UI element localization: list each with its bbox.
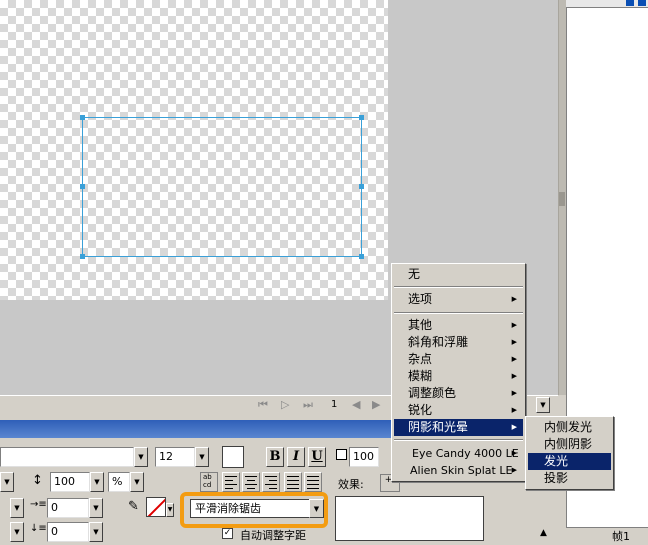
submenu-item-glow[interactable]: 发光 [528, 453, 611, 470]
space-dropdown-left[interactable]: ▼ [10, 522, 24, 542]
auto-kern-checkbox[interactable]: ✓ [222, 528, 233, 539]
resize-handle[interactable] [359, 115, 364, 120]
play-icon[interactable]: ▷ [281, 398, 289, 411]
pen-icon[interactable]: ✎ [128, 499, 139, 514]
menu-item-noise[interactable]: 杂点 ▶ [394, 351, 523, 368]
menu-item-none[interactable]: 无 [394, 266, 523, 283]
scroll-thumb[interactable] [559, 192, 565, 206]
next-frame-icon[interactable]: ▶ [372, 398, 380, 411]
submenu-item-drop-shadow[interactable]: 投影 [528, 470, 611, 487]
space-before-icon: ↓≡ [30, 523, 47, 534]
menu-item-options[interactable]: 选项 ▶ [394, 291, 523, 308]
status-dropdown-button[interactable]: ▼ [536, 397, 550, 413]
resize-handle[interactable] [359, 254, 364, 259]
stroke-color-dropdown[interactable]: ▼ [166, 503, 174, 517]
stroke-color-swatch[interactable] [146, 497, 166, 517]
menu-item-alien-skin[interactable]: Alien Skin Splat LE ▶ [394, 462, 523, 479]
menu-item-eye-candy[interactable]: Eye Candy 4000 LE ▶ [394, 445, 523, 462]
bold-button[interactable]: B [266, 447, 284, 467]
menu-separator [394, 312, 523, 314]
leading-unit-field[interactable]: % [108, 472, 130, 492]
align-center-button[interactable] [242, 472, 260, 492]
font-size-field[interactable]: 12 [155, 447, 195, 467]
leading-dropdown[interactable]: ▼ [90, 472, 104, 492]
last-frame-icon[interactable]: ⏭ [303, 398, 313, 412]
effects-label: 效果: [338, 478, 364, 491]
indent-dropdown[interactable]: ▼ [89, 498, 103, 518]
resize-handle[interactable] [359, 184, 364, 189]
resize-handle[interactable] [80, 184, 85, 189]
panel-color-icon [638, 0, 646, 6]
font-family-field[interactable] [0, 447, 134, 467]
shadow-glow-submenu: 内侧发光 内侧阴影 发光 投影 [525, 416, 614, 490]
menu-separator [394, 286, 523, 288]
leading-icon: ↕ [32, 473, 43, 488]
resize-handle[interactable] [80, 254, 85, 259]
scale-icon [336, 449, 347, 460]
menu-item-sharpen[interactable]: 锐化 ▶ [394, 402, 523, 419]
font-family-dropdown[interactable]: ▼ [134, 447, 148, 467]
frame-label[interactable]: 帧1 [566, 527, 648, 545]
font-size-dropdown[interactable]: ▼ [195, 447, 209, 467]
prev-frame-icon[interactable]: ◀ [352, 398, 360, 411]
submenu-item-inner-shadow[interactable]: 内侧阴影 [528, 436, 611, 453]
first-frame-icon[interactable]: ⏮ [258, 398, 268, 412]
align-right-button[interactable] [262, 472, 280, 492]
space-before-field[interactable]: 0 [47, 522, 89, 542]
auto-kern-label: 自动调整字距 [240, 529, 306, 542]
justify-button[interactable] [284, 472, 302, 492]
menu-item-blur[interactable]: 模糊 ▶ [394, 368, 523, 385]
indent-icon: →≡ [30, 499, 47, 510]
menu-separator [394, 439, 523, 441]
page-number: 1 [331, 399, 338, 410]
submenu-item-inner-glow[interactable]: 内侧发光 [528, 419, 611, 436]
horizontal-scale-field[interactable]: 100 [349, 447, 379, 467]
underline-button[interactable]: U [308, 447, 326, 467]
antialias-dropdown[interactable]: ▼ [309, 499, 324, 518]
indent-dropdown-left[interactable]: ▼ [10, 498, 24, 518]
antialias-icon: ab cd [200, 472, 218, 492]
justify-all-button[interactable] [304, 472, 322, 492]
menu-item-adjust-color[interactable]: 调整颜色 ▶ [394, 385, 523, 402]
panel-collapse-icon[interactable]: ▲ [540, 528, 547, 538]
menu-item-other[interactable]: 其他 ▶ [394, 317, 523, 334]
text-selection-box[interactable] [80, 115, 364, 259]
resize-handle[interactable] [80, 115, 85, 120]
italic-button[interactable]: I [287, 447, 305, 467]
leading-field[interactable]: 100 [50, 472, 90, 492]
panel-color-icon [626, 0, 634, 6]
effects-list[interactable] [335, 496, 484, 541]
space-before-dropdown[interactable]: ▼ [89, 522, 103, 542]
panel-header [566, 0, 648, 8]
text-color-swatch[interactable] [222, 446, 244, 468]
menu-item-shadow-glow[interactable]: 阴影和光晕 ▶ [394, 419, 523, 436]
leading-unit-dropdown[interactable]: ▼ [130, 472, 144, 492]
effects-menu: 无 选项 ▶ 其他 ▶ 斜角和浮雕 ▶ 杂点 ▶ 模糊 ▶ 调整颜色 ▶ 锐化 ▶ 阴影和光晕… [391, 263, 526, 482]
indent-field[interactable]: 0 [47, 498, 89, 518]
menu-item-bevel-emboss[interactable]: 斜角和浮雕 ▶ [394, 334, 523, 351]
kerning-dropdown[interactable]: ▼ [0, 472, 14, 492]
antialias-select[interactable]: 平滑消除锯齿 [190, 499, 310, 518]
align-left-button[interactable] [222, 472, 240, 492]
